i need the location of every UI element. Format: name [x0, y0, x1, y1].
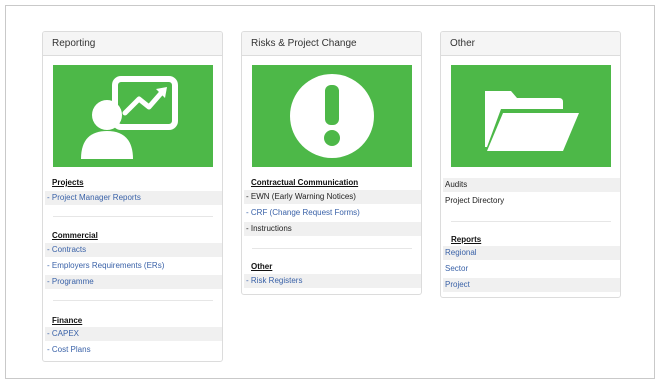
nav-link-project-manager-reports[interactable]: - Project Manager Reports: [45, 191, 222, 205]
nav-link-instructions[interactable]: - Instructions: [244, 222, 421, 236]
nav-link-capex[interactable]: - CAPEX: [45, 327, 222, 341]
risks-panel: Risks & Project Change Contractual Commu…: [241, 31, 422, 295]
nav-link-audits[interactable]: Audits: [443, 178, 620, 192]
folder-open-icon: [485, 91, 579, 151]
nav-link-contracts[interactable]: - Contracts: [45, 243, 222, 257]
projects-section-title: Projects: [52, 178, 84, 187]
nav-link-sector[interactable]: Sector: [443, 262, 620, 276]
reporting-panel-title: Reporting: [43, 32, 222, 56]
other-section-title: Other: [251, 262, 273, 271]
presentation-user-chart-icon: [81, 76, 178, 159]
nav-link-employers-requirements[interactable]: - Employers Requirements (ERs): [45, 259, 222, 273]
reporting-panel: Reporting Projects - Project Manager Rep…: [42, 31, 223, 362]
other-tile[interactable]: [451, 65, 611, 167]
nav-link-project[interactable]: Project: [443, 278, 620, 292]
reports-section-title: Reports: [451, 235, 482, 244]
finance-section-title: Finance: [52, 316, 83, 325]
section-divider: [53, 216, 213, 217]
nav-link-project-directory[interactable]: Project Directory: [443, 194, 620, 208]
section-divider: [451, 221, 611, 222]
nav-link-programme[interactable]: - Programme: [45, 275, 222, 289]
reporting-tile[interactable]: [53, 65, 213, 167]
other-panel-title: Other: [441, 32, 620, 56]
commercial-section-title: Commercial: [52, 231, 98, 240]
other-panel: Other Audits Project Directory Reports R…: [440, 31, 621, 298]
section-divider: [252, 248, 412, 249]
contractual-communication-section-title: Contractual Communication: [251, 178, 359, 187]
nav-link-crf[interactable]: - CRF (Change Request Forms): [244, 206, 421, 220]
nav-link-ewn[interactable]: - EWN (Early Warning Notices): [244, 190, 421, 204]
nav-link-regional[interactable]: Regional: [443, 246, 620, 260]
section-divider: [53, 300, 213, 301]
nav-link-risk-registers[interactable]: - Risk Registers: [244, 274, 421, 288]
exclamation-circle-icon: [290, 74, 374, 158]
nav-link-cost-plans[interactable]: - Cost Plans: [45, 343, 222, 357]
risks-panel-title: Risks & Project Change: [242, 32, 421, 56]
risks-tile[interactable]: [252, 65, 412, 167]
